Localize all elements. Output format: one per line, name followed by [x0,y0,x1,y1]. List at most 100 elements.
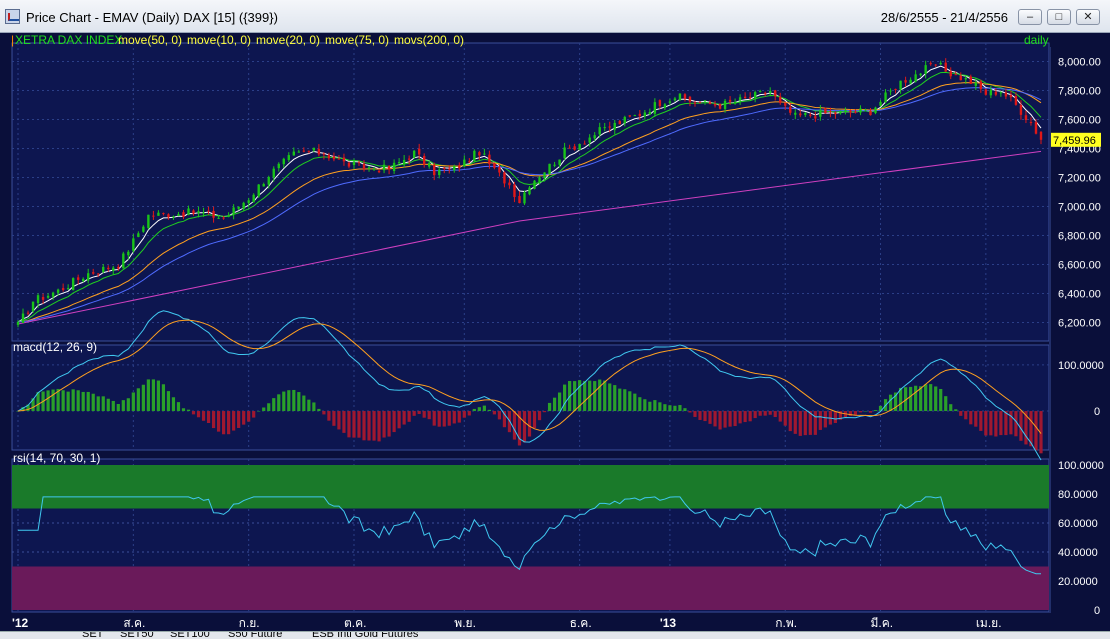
macd-histogram-bar [86,391,90,412]
macd-histogram-bar [723,411,727,428]
candle-body [237,206,240,209]
macd-histogram-bar [131,392,135,412]
macd-histogram-bar [392,411,396,433]
macd-histogram-bar [858,411,863,413]
candle-body [277,163,280,169]
macd-histogram-bar [643,399,647,412]
candle-body [623,116,626,124]
price-tick-label: 6,400.00 [1058,289,1101,301]
macd-histogram-bar [342,411,346,433]
macd-histogram-bar [191,411,196,415]
candle-body [949,71,952,77]
candle-body [468,161,471,163]
macd-histogram-bar [532,411,537,429]
macd-histogram-bar [974,411,978,427]
macd-histogram-bar [387,411,391,437]
chart-app-icon [5,9,20,24]
candle-body [693,102,697,104]
macd-pane-label: macd(12, 26, 9) [13,340,97,354]
rsi-tick-label: 0 [1094,605,1100,617]
macd-histogram-bar [653,400,657,412]
legend-marker: | [11,33,14,47]
candle-body [784,102,787,106]
price-chart[interactable]: 6,200.00 6,400.00 6,600.00 6,800.00 7,000.00… [0,33,1110,631]
macd-histogram-bar [297,392,301,412]
candle-body [36,295,40,304]
candle-body [222,217,225,219]
candle-body [61,288,65,291]
time-tick-label: มี.ค. [871,616,894,630]
candle-body [107,267,110,270]
candle-body [147,214,150,228]
time-tick-label: ส.ค. [123,616,145,630]
candle-body [232,207,235,215]
macd-histogram-bar [593,381,597,412]
candle-body [51,292,55,297]
macd-histogram-bar [753,411,757,419]
macd-histogram-bar [211,411,216,429]
candle-body [1004,92,1008,97]
candle-body [518,196,521,204]
macd-histogram-bar [999,411,1003,436]
macd-histogram-bar [111,400,115,412]
macd-histogram-bar [708,411,712,424]
candle-body [192,210,195,214]
macd-histogram-bar [623,389,627,412]
candle-body [834,112,837,115]
candle-body [367,167,371,169]
macd-histogram-bar [492,411,496,415]
candle-body [668,101,672,103]
macd-histogram-bar [357,411,361,438]
macd-histogram-bar [688,411,692,413]
candle-body [503,172,506,184]
macd-histogram-bar [417,411,421,414]
candle-body [703,100,707,102]
macd-histogram-bar [267,403,271,412]
restore-button[interactable]: □ [1047,9,1071,25]
candle-body [984,89,988,95]
macd-histogram-bar [989,411,993,436]
candle-body [804,113,807,115]
candle-body [337,158,341,160]
candle-body [81,278,85,282]
minimize-button[interactable]: – [1018,9,1042,25]
macd-histogram-bar [573,381,577,412]
macd-tick-label: 100.0000 [1058,360,1104,372]
macd-histogram-bar [141,384,145,412]
candle-body [964,77,967,80]
macd-histogram-bar [994,411,998,437]
macd-histogram-bar [412,411,416,416]
candle-body [342,157,346,162]
candle-body [362,163,366,170]
macd-histogram-bar [638,397,642,412]
candle-body [954,74,957,76]
macd-histogram-bar [232,411,236,431]
candle-body [417,148,421,155]
legend-indicator: move(10, 0) [187,33,251,47]
macd-histogram-bar [698,411,702,420]
macd-histogram-bar [302,395,306,412]
candle-body [212,211,215,218]
candle-body [347,162,351,167]
candle-body [292,151,296,156]
candle-body [713,103,717,106]
oversold-zone [12,566,1049,610]
macd-histogram-bar [813,411,817,435]
candle-body [97,273,100,275]
macd-histogram-bar [818,411,822,430]
candle-body [327,154,331,159]
macd-histogram-bar [914,385,918,412]
macd-histogram-bar [552,397,557,412]
macd-histogram-bar [497,411,502,420]
macd-histogram-bar [1004,411,1008,436]
candle-body [287,155,290,161]
macd-histogram-bar [477,407,481,412]
macd-histogram-bar [583,381,587,412]
candle-body [167,214,170,218]
candle-body [433,164,436,176]
macd-histogram-bar [467,411,471,416]
candle-body [944,62,947,72]
candle-body [864,109,867,111]
close-button[interactable]: ✕ [1076,9,1100,25]
macd-histogram-bar [307,399,311,412]
